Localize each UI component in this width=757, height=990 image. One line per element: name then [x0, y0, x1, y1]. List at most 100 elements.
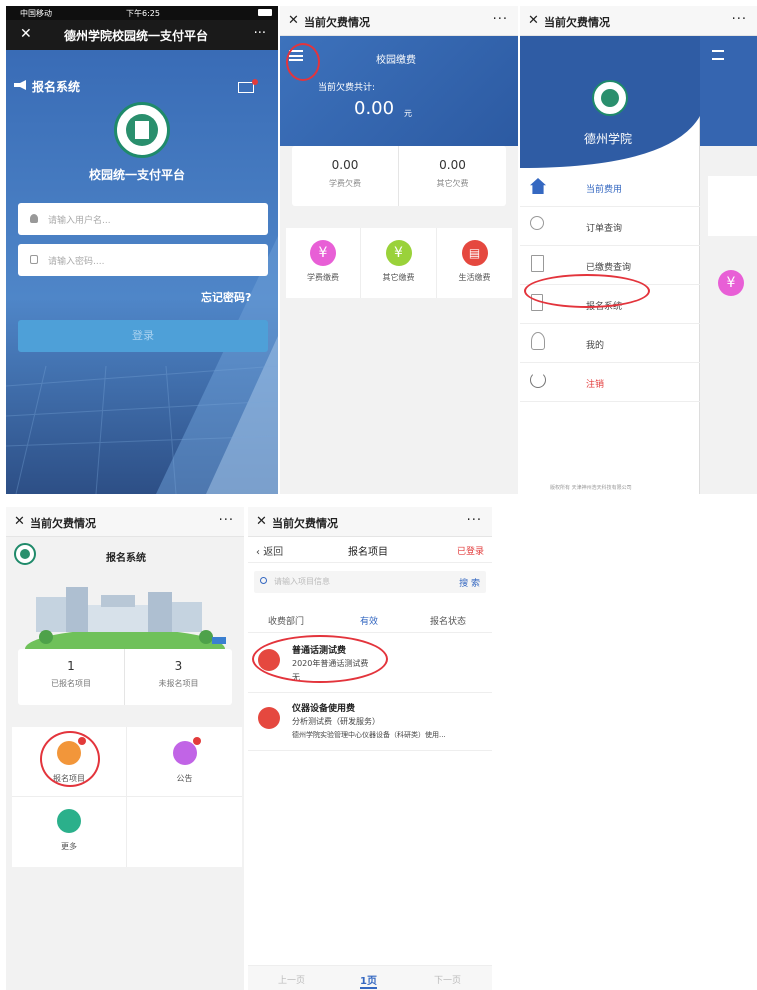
more-grid-icon [57, 809, 81, 833]
brand-label: 报名系统 [32, 80, 81, 94]
school-logo [114, 102, 170, 158]
status-bar: 中国移动 下午6:25 [6, 6, 278, 20]
copyright-footer: 版权所有 天津神州浩天科技有限公司 [550, 485, 632, 491]
campus-illustration [6, 567, 244, 657]
projects-header: ‹ 返回 报名项目 已登录 [248, 537, 492, 563]
fee-stats-card: 0.00 学费欠费 0.00 其它欠费 [292, 146, 506, 206]
window-top-bar: ✕ 当前欠费情况 ··· [280, 6, 518, 36]
tile-more[interactable]: 更多 [12, 797, 127, 867]
forgot-password-link[interactable]: 忘记密码? [201, 289, 251, 305]
stat-label: 学费欠费 [329, 179, 361, 188]
back-button[interactable]: ‹ 返回 [256, 543, 283, 558]
login-screen: 中国移动 下午6:25 ✕ 德州学院校园统一支付平台 ··· 报名系统 校园统一… [6, 6, 278, 494]
username-placeholder: 请输入用户名... [48, 216, 111, 226]
document-icon [531, 255, 544, 272]
registration-stats-card: 1 已报名项目 3 未报名项目 [18, 649, 232, 705]
menu-item-logout[interactable]: 注销 [520, 363, 700, 402]
tile-announcement[interactable]: 公告 [127, 727, 242, 797]
stat-other: 0.00 其它欠费 [399, 146, 506, 206]
filter-valid[interactable]: 有效 [360, 614, 378, 627]
stat-value: 0.00 [439, 158, 466, 172]
carrier-label: 中国移动 [20, 9, 52, 18]
page-title: 报名系统 [106, 553, 146, 564]
menu-item-mine[interactable]: 我的 [520, 324, 700, 363]
other-pay-button[interactable]: ¥ 其它缴费 [361, 228, 437, 298]
school-logo [592, 80, 628, 116]
search-button[interactable]: 搜 索 [459, 576, 480, 589]
stat-registered[interactable]: 1 已报名项目 [18, 649, 125, 705]
filter-status[interactable]: 报名状态 [430, 614, 466, 627]
shop-icon: ▤ [461, 240, 488, 266]
side-drawer: 德州学院 当前费用 订单查询 已缴费查询 报名系统 我的 注销 版权所有 天津神… [520, 36, 700, 494]
user-icon [531, 332, 545, 350]
time-label: 下午6:25 [126, 9, 160, 18]
prev-page-button[interactable]: 上一页 [278, 973, 305, 986]
next-page-button[interactable]: 下一页 [434, 973, 461, 986]
window-top-bar: ✕ 当前欠费情况 ··· [248, 507, 492, 537]
window-title: 当前欠费情况 [544, 16, 610, 29]
life-pay-button[interactable]: ▤ 生活缴费 [437, 228, 512, 298]
stat-tuition: 0.00 学费欠费 [292, 146, 399, 206]
close-icon[interactable]: ✕ [20, 26, 32, 42]
login-button[interactable]: 登录 [18, 320, 268, 352]
announcement-icon [172, 741, 197, 765]
password-field[interactable]: 请输入密码.... [18, 244, 268, 276]
page-title: 报名项目 [348, 547, 388, 558]
projects-screen: ✕ 当前欠费情况 ··· ‹ 返回 报名项目 已登录 请输入项目信息 搜 索 收… [248, 507, 492, 990]
total-value: 0.00 [354, 98, 395, 119]
more-icon[interactable]: ··· [219, 513, 234, 528]
tile-label: 更多 [61, 842, 77, 851]
close-icon[interactable]: ✕ [288, 13, 299, 28]
search-icon [530, 216, 544, 230]
stat-value: 0.00 [331, 158, 359, 172]
pay-actions: ¥ 学费缴费 ¥ 其它缴费 ▤ 生活缴费 [286, 228, 512, 298]
stat-label: 已报名项目 [51, 679, 91, 688]
background-page-peek: ¥ [700, 36, 757, 494]
action-label: 其它缴费 [382, 273, 415, 282]
more-icon[interactable]: ··· [493, 12, 508, 27]
item-line1: 分析测试费（研发服务） [292, 717, 380, 726]
close-icon[interactable]: ✕ [14, 514, 25, 529]
search-icon [260, 577, 267, 584]
tile-badge [193, 737, 201, 745]
search-input[interactable]: 请输入项目信息 [274, 576, 330, 587]
more-icon[interactable]: ··· [254, 26, 266, 41]
nav-bar: ✕ 德州学院校园统一支付平台 ··· [6, 20, 278, 50]
list-item[interactable]: 仪器设备使用费 分析测试费（研发服务） 德州学院实验管理中心仪器设备（科研类）使… [248, 693, 492, 751]
window-top-bar: ✕ 当前欠费情况 ··· [6, 507, 244, 537]
filter-department[interactable]: 收费部门 [268, 614, 304, 627]
battery-icon [258, 9, 272, 16]
school-name: 德州学院 [584, 132, 633, 146]
tuition-pay-button[interactable]: ¥ 学费缴费 [286, 228, 361, 298]
pagination: 上一页 1页 下一页 [248, 965, 492, 990]
annotation-circle [40, 731, 100, 787]
action-label: 学费缴费 [307, 273, 339, 282]
window-top-bar: ✕ 当前欠费情况 ··· [520, 6, 757, 36]
total-unit: 元 [404, 109, 412, 118]
menu-item-label: 当前费用 [586, 185, 623, 195]
platform-title: 校园统一支付平台 [89, 168, 186, 182]
home-icon [530, 178, 546, 194]
mail-badge [252, 79, 258, 85]
more-icon[interactable]: ··· [467, 513, 482, 528]
lock-icon [30, 255, 38, 264]
more-icon[interactable]: ··· [732, 12, 747, 27]
nav-title: 德州学院校园统一支付平台 [64, 29, 209, 43]
tile-label: 公告 [176, 774, 193, 783]
menu-item-label: 订单查询 [586, 224, 623, 234]
back-label: 返回 [263, 547, 284, 558]
registration-screen: ✕ 当前欠费情况 ··· 报名系统 1 已报名项目 3 未报名项目 报名项目 公… [6, 507, 244, 990]
close-icon[interactable]: ✕ [256, 514, 267, 529]
stat-unregistered[interactable]: 3 未报名项目 [125, 649, 232, 705]
logged-in-label[interactable]: 已登录 [457, 544, 484, 557]
close-icon[interactable]: ✕ [528, 13, 539, 28]
annotation-circle [252, 635, 388, 683]
search-bar: 请输入项目信息 搜 索 [254, 571, 486, 593]
menu-item-current-fees[interactable]: 当前费用 [520, 168, 700, 207]
username-field[interactable]: 请输入用户名... [18, 203, 268, 235]
power-icon [530, 372, 546, 388]
school-logo [14, 543, 36, 565]
menu-item-label: 我的 [586, 341, 605, 351]
side-menu-screen: ✕ 当前欠费情况 ··· ¥ 德州学院 当前费用 订单查询 已缴费查询 报名系统… [520, 6, 757, 494]
menu-item-orders[interactable]: 订单查询 [520, 207, 700, 246]
